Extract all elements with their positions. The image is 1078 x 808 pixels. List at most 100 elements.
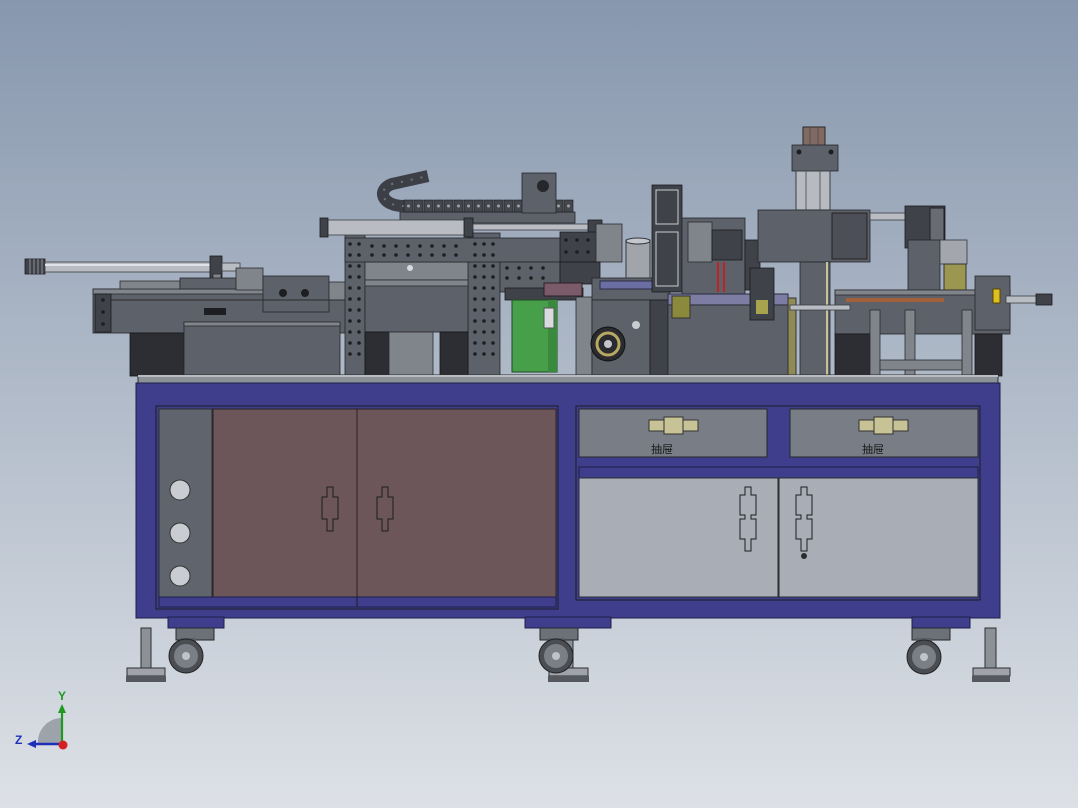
chain-link-pin [507,204,510,208]
bolt-hole [357,352,361,356]
frame-foot-tab [911,616,971,629]
leveling-foot-base [972,676,1010,682]
bolt-hole [101,298,105,302]
caster-wheel-hub [182,652,190,660]
bolt-hole [575,250,579,254]
chain-link-pin [447,204,450,208]
brown-door-right [356,408,557,598]
leveling-foot-base [126,676,166,682]
white-fitting [543,307,555,329]
bolt-hole [482,253,486,257]
chain-link-pin [427,204,430,208]
triad-z-arrow-icon [27,740,36,748]
bolt-hole [491,319,495,323]
caster-wheel-hub [552,652,560,660]
gray-door-right [778,477,979,598]
bolt-hole [529,276,533,280]
bolt-hole [442,244,446,248]
bolt-hole [482,352,486,356]
bolt-hole [418,253,422,257]
purple-plate [543,282,583,297]
bolt-hole [348,308,352,312]
bolt-hole [370,253,374,257]
bolt-hole [394,253,398,257]
bolt-hole [382,253,386,257]
support-column [575,296,593,377]
bolt-hole [430,253,434,257]
bolt-hole [491,275,495,279]
coordinate-triad-icon[interactable]: Y Z [15,689,68,750]
yellow-fitting [992,288,1001,304]
bolt-hole [505,276,509,280]
cylinder-barrel [44,261,213,273]
bolt-hole [491,242,495,246]
cad-viewport[interactable]: 抽屉 抽屉 Y Z [0,0,1078,808]
bolt-hole [482,264,486,268]
cover-box-top-edge [183,321,341,327]
upper-cylinder-rod [472,223,592,231]
bolt-hole [473,319,477,323]
bolt-hole [357,242,361,246]
bolt-hole [473,308,477,312]
clamp-holder [262,275,330,313]
leveling-foot-base [548,676,589,682]
bolt-hole [348,341,352,345]
bolt-hole [491,253,495,257]
bolt-hole [491,352,495,356]
bolt-hole [491,286,495,290]
bolt-hole [406,253,410,257]
bolt-hole [357,297,361,301]
bolt-hole [564,250,568,254]
bolt-hole [357,308,361,312]
right-black-block [834,333,871,377]
triad-x-axis[interactable] [58,740,68,750]
bolt-hole [517,266,521,270]
chain-link-pin [557,204,560,208]
clamp-bolt [279,289,287,297]
bolt-hole [473,330,477,334]
feed-rod [789,304,851,311]
bolt-hole [357,319,361,323]
left-rail-block [179,277,237,290]
chain-link-pin [417,204,420,208]
triad-y-label: Y [58,689,66,703]
bolt-hole [357,264,361,268]
tower-copper-cap [802,126,826,148]
bolt-hole [482,297,486,301]
drawer-label: 抽屉 [862,442,884,456]
tower-column [799,261,831,377]
leg [984,627,997,671]
middle-box [388,331,434,377]
round-column [625,239,651,279]
bolt-hole [382,244,386,248]
bolt-hole [406,244,410,248]
chain-link-pin [487,204,490,208]
left-rail [119,280,181,290]
flange-bolt [828,149,834,155]
gray-door-left [578,477,779,598]
bracket-plate-dark [559,231,601,263]
bolt-hole [529,266,533,270]
panel-button [169,479,191,501]
gear-wheel-hub [604,340,612,348]
bolt-hole [357,253,361,257]
upper-cylinder-cap-left [319,217,329,238]
bolt-hole [348,297,352,301]
chain-end-bolt [537,180,549,192]
bolt-hole [473,341,477,345]
bolt-hole [348,286,352,290]
upper-machinery [24,126,1053,377]
bolt-hole [101,322,105,326]
table-top-highlight [138,375,998,377]
black-block [364,331,390,377]
drawer-handle-grip [873,416,894,435]
bolt-hole [482,319,486,323]
triad-y-arrow-icon [58,704,66,713]
bolt-hole [505,266,509,270]
sensor [407,265,413,271]
machine-assembly: 抽屉 抽屉 [24,126,1053,682]
bolt-hole [348,253,352,257]
right-black-block [974,333,1003,377]
leveling-foot [972,667,1011,677]
tower-box-recess [831,212,868,260]
